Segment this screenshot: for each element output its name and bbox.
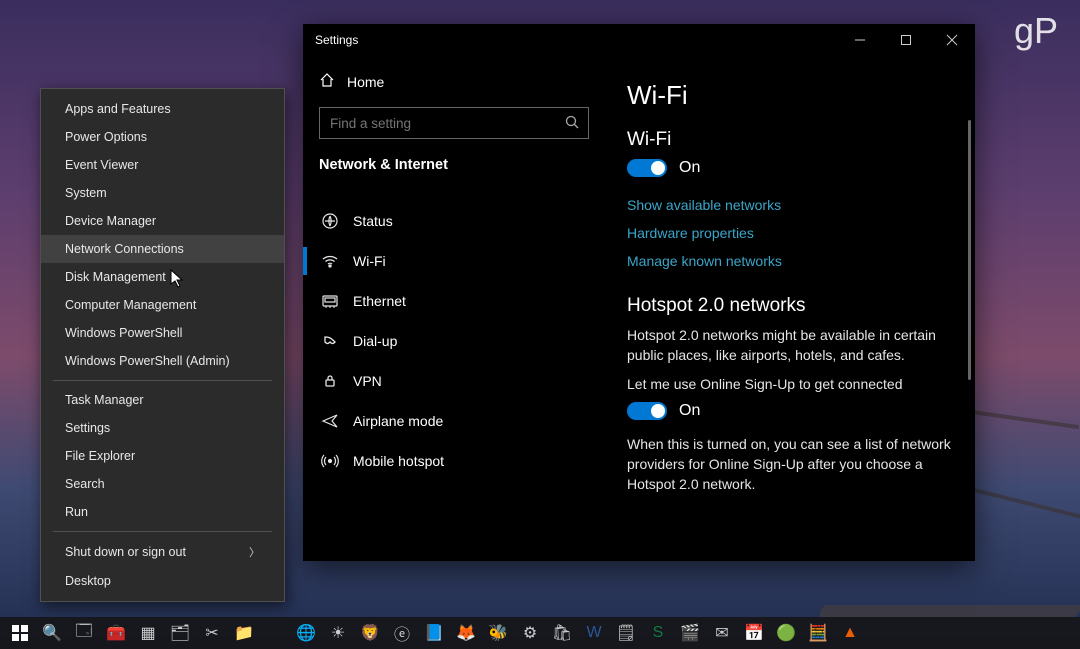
nav-item-label: Wi-Fi <box>353 253 386 269</box>
word-icon[interactable]: W <box>578 617 610 649</box>
calculator-icon[interactable]: 🧮 <box>802 617 834 649</box>
ctx-search[interactable]: Search <box>41 470 284 498</box>
nav-home-label: Home <box>347 74 384 90</box>
ethernet-icon <box>321 292 339 310</box>
status-icon <box>321 212 339 230</box>
app-icon[interactable]: 🟢 <box>770 617 802 649</box>
search-input[interactable] <box>319 107 589 139</box>
ctx-separator <box>53 531 272 532</box>
nav-home[interactable]: Home <box>303 64 605 99</box>
app-icon[interactable]: 🎬 <box>674 617 706 649</box>
chevron-right-icon: 〉 <box>249 544 260 560</box>
app-icon[interactable]: 🛍 <box>546 617 578 649</box>
taskbar[interactable]: 🔍 🗔 🧰 ▦ 🗂 ✂ 📁 🌐 ☀ 🦁 ⓔ 📘 🦊 🐝 ⚙ 🛍 W 🗒 S 🎬 … <box>0 617 1080 649</box>
nav-item-wifi[interactable]: Wi-Fi <box>303 241 605 281</box>
nav-category: Network & Internet <box>303 151 605 183</box>
ctx-powershell-admin[interactable]: Windows PowerShell (Admin) <box>41 347 284 375</box>
firefox-icon[interactable]: 🦊 <box>450 617 482 649</box>
nav-item-label: Status <box>353 213 393 229</box>
ctx-shutdown-signout[interactable]: Shut down or sign out 〉 <box>41 537 284 567</box>
app-icon[interactable]: 🧰 <box>100 617 132 649</box>
maximize-button[interactable] <box>883 24 929 56</box>
nav-item-status[interactable]: Status <box>303 201 605 241</box>
calendar-icon[interactable]: 📅 <box>738 617 770 649</box>
settings-title: Settings <box>315 33 358 47</box>
close-button[interactable] <box>929 24 975 56</box>
ctx-run[interactable]: Run <box>41 498 284 526</box>
hotspot-icon <box>321 452 339 470</box>
search-taskbar-icon[interactable]: 🔍 <box>36 617 68 649</box>
hotspot-footnote: When this is turned on, you can see a li… <box>627 434 957 495</box>
ctx-separator <box>53 380 272 381</box>
nav-item-label: VPN <box>353 373 382 389</box>
chrome-icon[interactable]: 🌐 <box>290 617 322 649</box>
app-icon[interactable]: 🗂 <box>164 617 196 649</box>
app-icon[interactable]: 🐝 <box>482 617 514 649</box>
airplane-icon <box>321 412 339 430</box>
title-bar[interactable]: Settings <box>303 24 975 56</box>
nav-item-label: Ethernet <box>353 293 406 309</box>
link-hardware-props[interactable]: Hardware properties <box>627 219 957 247</box>
app-icon[interactable]: ✂ <box>196 617 228 649</box>
ctx-powershell[interactable]: Windows PowerShell <box>41 319 284 347</box>
settings-nav: Home Network & Internet <box>303 56 605 561</box>
app-icon[interactable]: 🗒 <box>610 617 642 649</box>
ctx-disk-management[interactable]: Disk Management <box>41 263 284 291</box>
nav-item-hotspot[interactable]: Mobile hotspot <box>303 441 605 481</box>
home-icon <box>319 72 335 91</box>
link-show-available[interactable]: Show available networks <box>627 191 957 219</box>
hotspot-toggle[interactable] <box>627 402 667 420</box>
edge-icon[interactable]: ⓔ <box>386 617 418 649</box>
minimize-button[interactable] <box>837 24 883 56</box>
ctx-system[interactable]: System <box>41 179 284 207</box>
hotspot-toggle-label: Let me use Online Sign-Up to get connect… <box>627 374 957 394</box>
ctx-settings[interactable]: Settings <box>41 414 284 442</box>
nav-item-label: Mobile hotspot <box>353 453 444 469</box>
ctx-file-explorer[interactable]: File Explorer <box>41 442 284 470</box>
brave-icon[interactable]: 🦁 <box>354 617 386 649</box>
ctx-computer-management[interactable]: Computer Management <box>41 291 284 319</box>
hotspot-desc: Hotspot 2.0 networks might be available … <box>627 325 957 366</box>
page-title: Wi-Fi <box>627 80 957 111</box>
wifi-toggle[interactable] <box>627 159 667 177</box>
nav-item-label: Dial-up <box>353 333 397 349</box>
settings-window: Settings Home <box>303 24 975 561</box>
hotspot-section-title: Hotspot 2.0 networks <box>627 295 957 317</box>
app-icon[interactable]: S <box>642 617 674 649</box>
start-button[interactable] <box>4 617 36 649</box>
mouse-cursor-icon <box>170 269 182 287</box>
app-icon[interactable]: ▦ <box>132 617 164 649</box>
ctx-event-viewer[interactable]: Event Viewer <box>41 151 284 179</box>
nav-item-dialup[interactable]: Dial-up <box>303 321 605 361</box>
explorer-icon[interactable]: 📁 <box>228 617 260 649</box>
mail-icon[interactable]: ✉ <box>706 617 738 649</box>
app-icon[interactable]: 📘 <box>418 617 450 649</box>
ctx-task-manager[interactable]: Task Manager <box>41 386 284 414</box>
ctx-power-options[interactable]: Power Options <box>41 123 284 151</box>
wifi-toggle-value: On <box>679 159 700 177</box>
link-manage-networks[interactable]: Manage known networks <box>627 247 957 275</box>
search-icon <box>565 115 579 132</box>
ctx-device-manager[interactable]: Device Manager <box>41 207 284 235</box>
vpn-icon <box>321 372 339 390</box>
nav-item-label: Airplane mode <box>353 413 443 429</box>
settings-taskbar-icon[interactable]: ⚙ <box>514 617 546 649</box>
nav-item-vpn[interactable]: VPN <box>303 361 605 401</box>
settings-content: Wi-Fi Wi-Fi On Show available networks H… <box>605 56 975 561</box>
nav-item-ethernet[interactable]: Ethernet <box>303 281 605 321</box>
hotspot-toggle-value: On <box>679 402 700 420</box>
wifi-icon <box>321 252 339 270</box>
ctx-desktop[interactable]: Desktop <box>41 567 284 595</box>
task-view-icon[interactable]: 🗔 <box>68 617 100 649</box>
wifi-section-title: Wi-Fi <box>627 129 957 151</box>
ctx-network-connections[interactable]: Network Connections <box>41 235 284 263</box>
app-icon[interactable]: ☀ <box>322 617 354 649</box>
watermark-logo: gP <box>1014 10 1058 52</box>
dialup-icon <box>321 332 339 350</box>
power-user-menu: Apps and Features Power Options Event Vi… <box>40 88 285 602</box>
vlc-icon[interactable]: ▲ <box>834 617 866 649</box>
ctx-apps-and-features[interactable]: Apps and Features <box>41 95 284 123</box>
nav-item-airplane[interactable]: Airplane mode <box>303 401 605 441</box>
